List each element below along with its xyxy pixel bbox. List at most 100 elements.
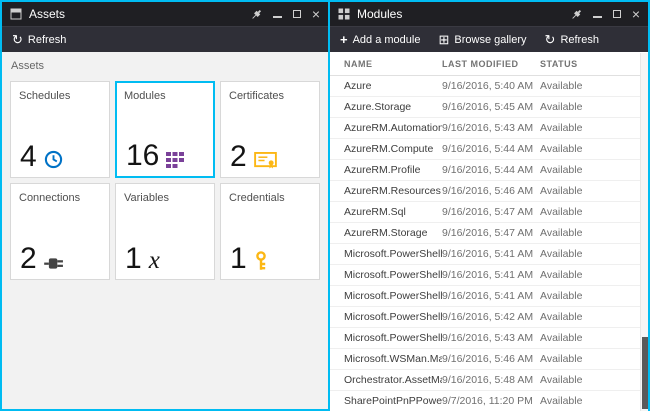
refresh-label: Refresh [27,33,67,46]
refresh-icon: ↻ [544,32,556,47]
table-row[interactable]: Azure.Storage 9/16/2016, 5:45 AM Available [330,97,648,118]
cell-modified: 9/16/2016, 5:48 AM [442,374,534,386]
table-row[interactable]: Microsoft.PowerShell.Diagnost...9/16/201… [330,265,648,286]
table-row[interactable]: SharePointPnPPowerShellOnline9/7/2016, 1… [330,391,648,411]
assets-blade-header: Assets × [2,2,328,26]
tile-label: Certificates [229,90,285,102]
add-module-button[interactable]: + Add a module [340,33,420,46]
cell-status: Available [540,311,583,323]
plug-icon [43,256,65,271]
cell-status: Available [540,248,583,260]
close-icon[interactable]: × [632,7,640,21]
pin-icon[interactable] [251,9,262,20]
add-icon: + [340,32,348,47]
table-row[interactable]: AzureRM.Profile 9/16/2016, 5:44 AM Availab… [330,160,648,181]
table-row[interactable]: Microsoft.WSMan.Management9/16/2016, 5:4… [330,349,648,370]
cell-status: Available [540,206,583,218]
tile-label: Credentials [229,192,285,204]
cell-name: AzureRM.Compute [344,143,434,155]
table-row[interactable]: AzureRM.Sql 9/16/2016, 5:47 AM Available [330,202,648,223]
cell-status: Available [540,269,583,281]
cell-status: Available [540,164,583,176]
cell-modified: 9/16/2016, 5:41 AM [442,248,534,260]
cell-modified: 9/16/2016, 5:41 AM [442,269,534,281]
tile-count: 2 [20,242,37,275]
refresh-button[interactable]: ↻ Refresh [12,33,66,46]
window-controls: × [251,7,320,21]
table-row[interactable]: AzureRM.Resources 9/16/2016, 5:46 AM Avail… [330,181,648,202]
modules-blade-icon [338,8,350,20]
table-row[interactable]: Microsoft.PowerShell.Security9/16/2016, … [330,307,648,328]
cell-name: AzureRM.Sql [344,206,406,218]
variable-x-icon: x [148,246,160,274]
cell-name: Microsoft.WSMan.Management [344,353,442,365]
asset-tiles: Schedules 4 Modules 16 Certificates 2 Co… [10,81,320,280]
cell-name: AzureRM.Profile [344,164,421,176]
tile-label: Connections [19,192,81,204]
key-icon [254,251,268,271]
cell-name: SharePointPnPPowerShellOnline [344,395,442,407]
add-module-label: Add a module [352,33,421,46]
scrollbar-thumb[interactable] [642,337,648,409]
maximize-icon[interactable] [612,10,621,18]
tile-variables[interactable]: Variables 1 x [115,183,215,280]
assets-section-label: Assets [11,60,45,72]
modules-table-header: NAME LAST MODIFIED STATUS [330,52,648,76]
cell-modified: 9/16/2016, 5:43 AM [442,122,534,134]
table-row[interactable]: Microsoft.PowerShell.Manage...9/16/2016,… [330,286,648,307]
table-row[interactable]: AzureRM.Storage 9/16/2016, 5:47 AM Availab… [330,223,648,244]
tile-connections[interactable]: Connections 2 [10,183,110,280]
table-row[interactable]: Microsoft.PowerShell.Utility9/16/2016, 5… [330,328,648,349]
cell-status: Available [540,227,583,239]
browse-gallery-icon: ⊞ [438,32,450,47]
window-controls: × [571,7,640,21]
cell-name: Microsoft.PowerShell.Security [344,311,442,323]
pin-icon[interactable] [571,9,582,20]
column-header-last-modified: LAST MODIFIED [442,58,519,69]
browse-gallery-button[interactable]: ⊞ Browse gallery [438,33,526,46]
cell-name: Azure [344,80,372,92]
minimize-icon[interactable] [272,11,282,18]
tile-count: 1 [230,242,247,275]
refresh-button[interactable]: ↻ Refresh [545,33,599,46]
table-row[interactable]: Microsoft.PowerShell.Core9/16/2016, 5:41… [330,244,648,265]
close-icon[interactable]: × [312,7,320,21]
cell-name: Azure.Storage [344,101,412,113]
cell-modified: 9/16/2016, 5:42 AM [442,311,534,323]
tile-credentials[interactable]: Credentials 1 [220,183,320,280]
cell-modified: 9/16/2016, 5:40 AM [442,80,534,92]
cell-modified: 9/16/2016, 5:44 AM [442,143,534,155]
blade-title: Assets [29,7,66,21]
column-header-status: STATUS [540,58,578,69]
cell-modified: 9/16/2016, 5:45 AM [442,101,534,113]
refresh-icon: ↻ [12,32,23,47]
cell-status: Available [540,185,583,197]
minimize-icon[interactable] [592,11,602,18]
cell-modified: 9/16/2016, 5:44 AM [442,164,534,176]
certificate-icon [253,152,277,169]
column-header-name: NAME [344,58,373,69]
table-row[interactable]: Orchestrator.AssetManageme...9/16/2016, … [330,370,648,391]
table-row[interactable]: AzureRM.Automation 9/16/2016, 5:43 AM Avai… [330,118,648,139]
modules-toolbar: + Add a module ⊞ Browse gallery ↻ Refres… [330,26,648,52]
maximize-icon[interactable] [292,10,301,18]
tile-schedules[interactable]: Schedules 4 [10,81,110,178]
cell-name: AzureRM.Automation [344,122,442,134]
cell-name: Orchestrator.AssetManageme... [344,374,442,386]
scrollbar-track[interactable] [640,53,648,411]
table-row[interactable]: AzureRM.Compute 9/16/2016, 5:44 AM Availab… [330,139,648,160]
cell-status: Available [540,353,583,365]
cell-modified: 9/16/2016, 5:46 AM [442,185,534,197]
cell-name: Microsoft.PowerShell.Utility [344,332,442,344]
tile-count: 1 [125,242,142,275]
cell-status: Available [540,290,583,302]
table-row[interactable]: Azure 9/16/2016, 5:40 AM Available [330,76,648,97]
tile-count: 16 [126,139,160,172]
cell-name: Microsoft.PowerShell.Core [344,248,442,260]
tile-modules[interactable]: Modules 16 [115,81,215,178]
tile-certificates[interactable]: Certificates 2 [220,81,320,178]
cell-modified: 9/16/2016, 5:46 AM [442,353,534,365]
cell-status: Available [540,395,583,407]
clock-icon [44,150,63,169]
browse-gallery-label: Browse gallery [454,33,527,46]
